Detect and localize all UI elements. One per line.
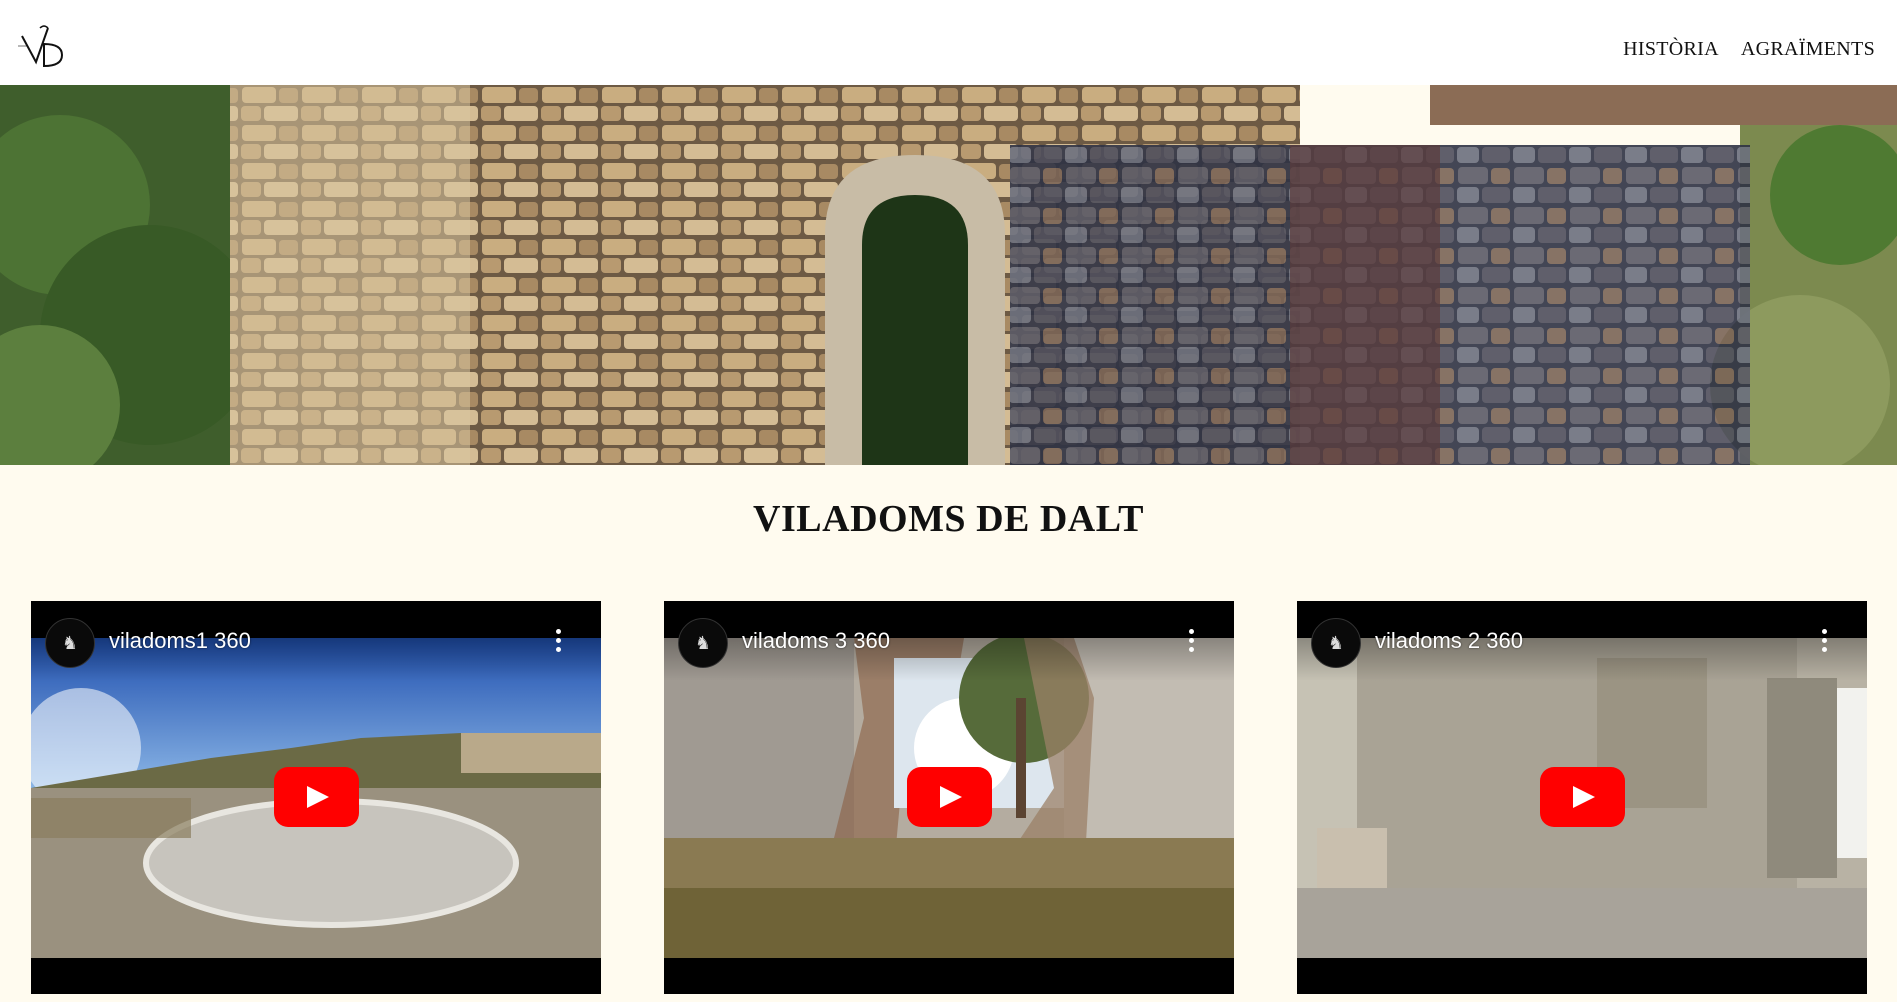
page-title: VILADOMS DE DALT — [753, 498, 1144, 540]
channel-avatar-icon[interactable]: ♞ — [45, 618, 95, 668]
nav-link-agraiments[interactable]: AGRAÏMENTS — [1741, 38, 1875, 61]
channel-avatar-icon[interactable]: ♞ — [1311, 618, 1361, 668]
video-topbar: ♞ viladoms 2 360 — [1297, 601, 1867, 681]
video-title[interactable]: viladoms 2 360 — [1375, 628, 1523, 654]
site-header: HISTÒRIA AGRAÏMENTS — [0, 0, 1897, 85]
more-vert-icon[interactable] — [1821, 629, 1827, 653]
site-logo[interactable] — [18, 22, 72, 74]
more-vert-icon[interactable] — [555, 629, 561, 653]
more-vert-icon[interactable] — [1188, 629, 1194, 653]
video-embed-2[interactable]: ♞ viladoms 3 360 — [664, 601, 1234, 994]
nav-link-historia[interactable]: HISTÒRIA — [1623, 38, 1719, 61]
hero-banner — [0, 85, 1897, 465]
video-topbar: ♞ viladoms1 360 — [31, 601, 601, 681]
video-title[interactable]: viladoms 3 360 — [742, 628, 890, 654]
video-topbar: ♞ viladoms 3 360 — [664, 601, 1234, 681]
vd-logo-icon — [18, 25, 64, 68]
stone-wall-ruins-photo — [0, 85, 1897, 465]
youtube-play-icon[interactable] — [907, 767, 992, 827]
youtube-play-icon[interactable] — [1540, 767, 1625, 827]
channel-avatar-icon[interactable]: ♞ — [678, 618, 728, 668]
youtube-play-icon[interactable] — [274, 767, 359, 827]
video-embed-3[interactable]: ♞ viladoms 2 360 — [1297, 601, 1867, 994]
video-title[interactable]: viladoms1 360 — [109, 628, 251, 654]
main-nav: HISTÒRIA AGRAÏMENTS — [1623, 38, 1875, 61]
video-embed-1[interactable]: ♞ viladoms1 360 — [31, 601, 601, 994]
